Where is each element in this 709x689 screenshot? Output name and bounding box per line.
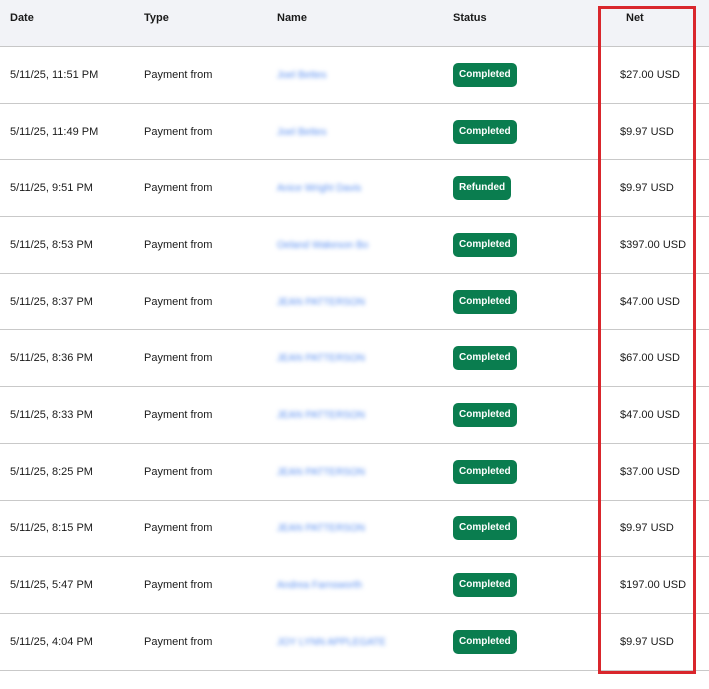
row-name: Anice Wright Davis — [277, 182, 361, 194]
payer-name-link[interactable]: JEAN PATTERSON — [277, 297, 365, 308]
status-badge: Completed — [453, 516, 517, 541]
row-name: JOY LYNN APPLEGATE — [277, 636, 386, 648]
row-date: 5/11/25, 11:49 PM — [10, 125, 99, 138]
row-type: Payment from — [144, 522, 213, 535]
table-row[interactable]: 5/11/25, 9:51 PM Payment from Anice Wright… — [0, 160, 709, 218]
row-net-amount: $9.97 USD — [620, 125, 674, 138]
table-row[interactable]: 5/11/25, 8:36 PM Payment from JEAN PATTERS… — [0, 330, 709, 388]
row-date: 5/11/25, 8:33 PM — [10, 408, 93, 421]
status-badge: Refunded — [453, 176, 512, 201]
row-name: JEAN PATTERSON — [277, 296, 365, 308]
status-badge: Completed — [453, 119, 517, 144]
row-date: 5/11/25, 8:15 PM — [10, 522, 93, 535]
table-body: 5/11/25, 11:51 PM Payment from Joel Bettes… — [0, 47, 709, 671]
row-date: 5/11/25, 9:51 PM — [10, 182, 93, 195]
row-net-amount: $27.00 USD — [620, 68, 680, 81]
row-name: JEAN PATTERSON — [277, 466, 365, 478]
table-row[interactable]: 5/11/25, 8:15 PM Payment from JEAN PATTERS… — [0, 500, 709, 558]
status-badge: Completed — [453, 459, 517, 484]
column-header-net[interactable]: Net — [626, 12, 644, 24]
row-type: Payment from — [144, 125, 213, 138]
status-badge: Completed — [453, 289, 517, 314]
status-badge: Completed — [453, 573, 517, 598]
row-status: Completed — [453, 459, 517, 484]
table-row[interactable]: 5/11/25, 5:47 PM Payment from Andrea Farns… — [0, 557, 709, 614]
row-net-amount: $9.97 USD — [620, 635, 674, 648]
row-name: Andrea Farnsworth — [277, 579, 362, 591]
row-net-amount: $37.00 USD — [620, 465, 680, 478]
table-row[interactable]: 5/11/25, 8:33 PM Payment from JEAN PATTERS… — [0, 387, 709, 444]
row-name: Oeland Wakeson Bo — [277, 239, 368, 251]
row-name: Joel Bettes — [277, 126, 326, 138]
payer-name-link[interactable]: JOY LYNN APPLEGATE — [277, 637, 386, 648]
payer-name-link[interactable]: JEAN PATTERSON — [277, 410, 365, 421]
row-status: Completed — [453, 573, 517, 598]
row-status: Completed — [453, 62, 517, 87]
status-badge: Completed — [453, 232, 517, 257]
row-name: JEAN PATTERSON — [277, 352, 365, 364]
row-status: Completed — [453, 289, 517, 314]
column-header-name[interactable]: Name — [277, 12, 307, 24]
row-name: JEAN PATTERSON — [277, 409, 365, 421]
row-date: 5/11/25, 5:47 PM — [10, 579, 93, 592]
payer-name-link[interactable]: JEAN PATTERSON — [277, 353, 365, 364]
payer-name-link[interactable]: Joel Bettes — [277, 70, 326, 81]
row-status: Refunded — [453, 176, 512, 201]
table-row[interactable]: 5/11/25, 11:49 PM Payment from Joel Bettes… — [0, 103, 709, 161]
row-name: Joel Bettes — [277, 69, 326, 81]
table-row[interactable]: 5/11/25, 11:51 PM Payment from Joel Bettes… — [0, 47, 709, 104]
transactions-table: Date Type Name Status Net 5/11/25, 11:51… — [0, 0, 709, 671]
table-header: Date Type Name Status Net — [0, 0, 709, 47]
row-date: 5/11/25, 11:51 PM — [10, 68, 99, 81]
table-row[interactable]: 5/11/25, 4:04 PM Payment from JOY LYNN APP… — [0, 613, 709, 671]
status-badge: Completed — [453, 629, 517, 654]
row-status: Completed — [453, 119, 517, 144]
row-net-amount: $47.00 USD — [620, 408, 680, 421]
payer-name-link[interactable]: Andrea Farnsworth — [277, 580, 362, 591]
row-status: Completed — [453, 346, 517, 371]
row-type: Payment from — [144, 238, 213, 251]
table-row[interactable]: 5/11/25, 8:37 PM Payment from JEAN PATTERS… — [0, 273, 709, 331]
row-net-amount: $67.00 USD — [620, 352, 680, 365]
row-net-amount: $397.00 USD — [620, 238, 687, 251]
row-date: 5/11/25, 4:04 PM — [10, 635, 93, 648]
row-type: Payment from — [144, 465, 213, 478]
column-header-status[interactable]: Status — [453, 12, 487, 24]
payer-name-link[interactable]: Oeland Wakeson Bo — [277, 240, 368, 251]
row-status: Completed — [453, 402, 517, 427]
row-status: Completed — [453, 232, 517, 257]
row-date: 5/11/25, 8:37 PM — [10, 295, 93, 308]
row-net-amount: $197.00 USD — [620, 579, 687, 592]
row-type: Payment from — [144, 182, 213, 195]
row-type: Payment from — [144, 635, 213, 648]
status-badge: Completed — [453, 402, 517, 427]
payer-name-link[interactable]: JEAN PATTERSON — [277, 467, 365, 478]
table-row[interactable]: 5/11/25, 8:25 PM Payment from JEAN PATTERS… — [0, 443, 709, 501]
row-net-amount: $47.00 USD — [620, 295, 680, 308]
row-net-amount: $9.97 USD — [620, 522, 674, 535]
row-type: Payment from — [144, 68, 213, 81]
column-header-date[interactable]: Date — [10, 12, 34, 24]
status-badge: Completed — [453, 62, 517, 87]
row-status: Completed — [453, 629, 517, 654]
row-type: Payment from — [144, 352, 213, 365]
row-date: 5/11/25, 8:25 PM — [10, 465, 93, 478]
payer-name-link[interactable]: Anice Wright Davis — [277, 183, 361, 194]
column-header-type[interactable]: Type — [144, 12, 169, 24]
row-status: Completed — [453, 516, 517, 541]
row-date: 5/11/25, 8:53 PM — [10, 238, 93, 251]
row-name: JEAN PATTERSON — [277, 522, 365, 534]
row-date: 5/11/25, 8:36 PM — [10, 352, 93, 365]
row-net-amount: $9.97 USD — [620, 182, 674, 195]
payer-name-link[interactable]: JEAN PATTERSON — [277, 523, 365, 534]
row-type: Payment from — [144, 579, 213, 592]
status-badge: Completed — [453, 346, 517, 371]
table-row[interactable]: 5/11/25, 8:53 PM Payment from Oeland Wakes… — [0, 217, 709, 274]
payer-name-link[interactable]: Joel Bettes — [277, 127, 326, 138]
row-type: Payment from — [144, 408, 213, 421]
row-type: Payment from — [144, 295, 213, 308]
